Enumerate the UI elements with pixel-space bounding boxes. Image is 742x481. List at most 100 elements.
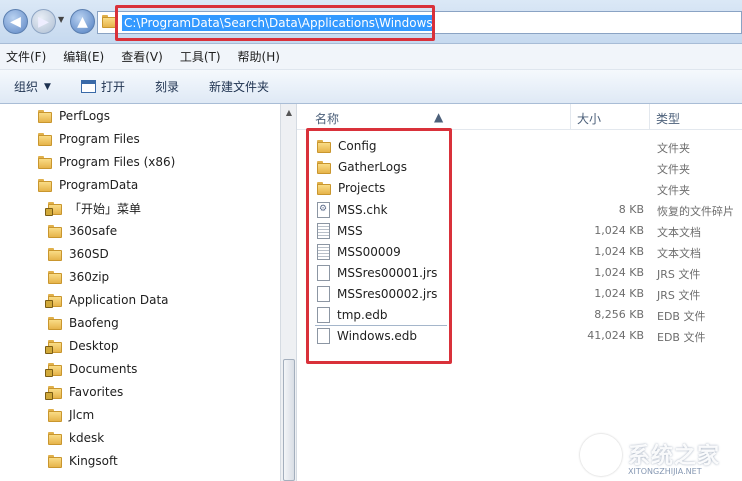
- file-size: 41,024 KB: [587, 329, 644, 342]
- column-header-name[interactable]: 名称: [315, 110, 339, 127]
- highlight-box-files: [306, 128, 452, 364]
- nav-item-label: 360safe: [69, 224, 118, 238]
- nav-item-label: Documents: [69, 362, 138, 376]
- column-header-size[interactable]: 大小: [577, 110, 601, 127]
- nav-item-label: Application Data: [69, 293, 169, 307]
- file-size: 1,024 KB: [594, 287, 644, 300]
- nav-item-label: Program Files: [59, 132, 140, 146]
- nav-item-label: 360SD: [69, 247, 109, 261]
- nav-item-360safe[interactable]: 360safe: [48, 220, 117, 242]
- recent-pages-dropdown[interactable]: ▼: [58, 15, 68, 27]
- organize-label: 组织: [14, 80, 39, 94]
- navigation-scrollbar[interactable]: ▲: [280, 104, 297, 481]
- nav-item-baofeng[interactable]: Baofeng: [48, 312, 119, 334]
- address-bar-area: ◀ ▶ ▼ ▲ C:\ProgramData\Search\Data\Appli…: [0, 0, 742, 44]
- nav-item-label: kdesk: [69, 431, 105, 445]
- file-type: EDB 文件: [657, 331, 706, 344]
- menu-bar: 文件(F) 编辑(E) 查看(V) 工具(T) 帮助(H): [0, 44, 742, 70]
- nav-item-label: Program Files (x86): [59, 155, 176, 169]
- nav-item-start-menu[interactable]: 「开始」菜单: [45, 197, 142, 219]
- new-folder-label: 新建文件夹: [208, 80, 269, 94]
- new-folder-button[interactable]: 新建文件夹: [209, 78, 269, 95]
- nav-item-program-files-x86[interactable]: Program Files (x86): [38, 151, 175, 173]
- locked-folder-icon: [45, 385, 62, 400]
- nav-item-360sd[interactable]: 360SD: [48, 243, 109, 265]
- nav-item-kingsoft[interactable]: Kingsoft: [48, 450, 118, 472]
- watermark-text: 系统之家: [628, 444, 721, 469]
- nav-item-label: Kingsoft: [69, 454, 118, 468]
- folder-icon: [48, 270, 62, 284]
- menu-edit[interactable]: 编辑(E): [63, 48, 104, 65]
- file-size: 1,024 KB: [594, 245, 644, 258]
- nav-item-label: Favorites: [69, 385, 124, 399]
- nav-item-label: Baofeng: [69, 316, 119, 330]
- nav-item-label: 360zip: [69, 270, 110, 284]
- folder-icon: [48, 316, 62, 330]
- scrollbar-thumb[interactable]: [283, 359, 295, 481]
- arrow-right-icon: ▶: [38, 13, 49, 30]
- nav-item-application-data[interactable]: Application Data: [45, 289, 169, 311]
- column-header-type[interactable]: 类型: [656, 110, 680, 127]
- nav-item-label: 「开始」菜单: [69, 201, 142, 216]
- chevron-down-icon: ▼: [44, 81, 51, 92]
- sort-ascending-icon: ▲: [434, 110, 444, 124]
- file-type: 文件夹: [657, 163, 690, 176]
- nav-item-favorites[interactable]: Favorites: [45, 381, 124, 403]
- nav-item-360zip[interactable]: 360zip: [48, 266, 109, 288]
- highlight-box-address: [115, 5, 435, 41]
- folder-icon: [38, 155, 52, 169]
- open-button[interactable]: 打开: [80, 78, 125, 95]
- nav-item-documents[interactable]: Documents: [45, 358, 138, 380]
- locked-folder-icon: [45, 362, 62, 377]
- menu-file[interactable]: 文件(F): [6, 48, 46, 65]
- command-bar: 组织 ▼ 打开 刻录 新建文件夹: [0, 70, 742, 104]
- watermark-logo-icon: [580, 434, 622, 476]
- file-size: 8,256 KB: [594, 308, 644, 321]
- file-type: 文件夹: [657, 184, 690, 197]
- burn-label: 刻录: [154, 80, 179, 94]
- file-list-pane: ▲ 名称 大小 类型 Config 文件夹 GatherLogs 文件夹 Pro…: [297, 104, 742, 481]
- nav-item-label: ProgramData: [59, 178, 139, 192]
- file-size: 1,024 KB: [594, 266, 644, 279]
- open-label: 打开: [100, 80, 125, 94]
- nav-item-label: PerfLogs: [59, 109, 111, 123]
- locked-folder-icon: [45, 339, 62, 354]
- folder-icon: [48, 431, 62, 445]
- folder-icon: [48, 247, 62, 261]
- arrow-left-icon: ◀: [10, 13, 21, 30]
- nav-item-label: Desktop: [69, 339, 119, 353]
- watermark: 系统之家 XITONGZHIJIA.NET: [578, 432, 742, 481]
- nav-item-kdesk[interactable]: kdesk: [48, 427, 104, 449]
- column-divider[interactable]: [649, 104, 650, 130]
- burn-button[interactable]: 刻录: [155, 78, 179, 95]
- forward-button[interactable]: ▶: [31, 9, 56, 34]
- folder-icon: [38, 109, 52, 123]
- folder-icon: [48, 408, 62, 422]
- menu-view[interactable]: 查看(V): [121, 48, 163, 65]
- up-button[interactable]: ▲: [70, 9, 95, 34]
- file-type: 恢复的文件碎片: [657, 205, 734, 218]
- nav-item-label: Jlcm: [69, 408, 95, 422]
- locked-folder-icon: [45, 293, 62, 308]
- column-divider[interactable]: [570, 104, 571, 130]
- nav-item-program-files[interactable]: Program Files: [38, 128, 140, 150]
- nav-item-programdata[interactable]: ProgramData: [38, 174, 138, 196]
- scroll-up-icon[interactable]: ▲: [281, 104, 297, 120]
- column-header-row: ▲ 名称 大小 类型: [297, 104, 742, 130]
- menu-tools[interactable]: 工具(T): [180, 48, 221, 65]
- nav-item-desktop[interactable]: Desktop: [45, 335, 119, 357]
- file-type: JRS 文件: [657, 268, 701, 281]
- folder-icon: [38, 178, 52, 192]
- menu-help[interactable]: 帮助(H): [238, 48, 280, 65]
- navigation-pane: PerfLogs Program Files Program Files (x8…: [0, 104, 280, 481]
- file-type: 文本文档: [657, 247, 701, 260]
- nav-item-jlcm[interactable]: Jlcm: [48, 404, 94, 426]
- file-type: JRS 文件: [657, 289, 701, 302]
- file-type: 文本文档: [657, 226, 701, 239]
- arrow-up-icon: ▲: [77, 13, 88, 30]
- organize-button[interactable]: 组织 ▼: [14, 78, 51, 95]
- folder-icon: [48, 224, 62, 238]
- back-button[interactable]: ◀: [3, 9, 28, 34]
- nav-item-perflogs[interactable]: PerfLogs: [38, 105, 110, 127]
- file-type: 文件夹: [657, 142, 690, 155]
